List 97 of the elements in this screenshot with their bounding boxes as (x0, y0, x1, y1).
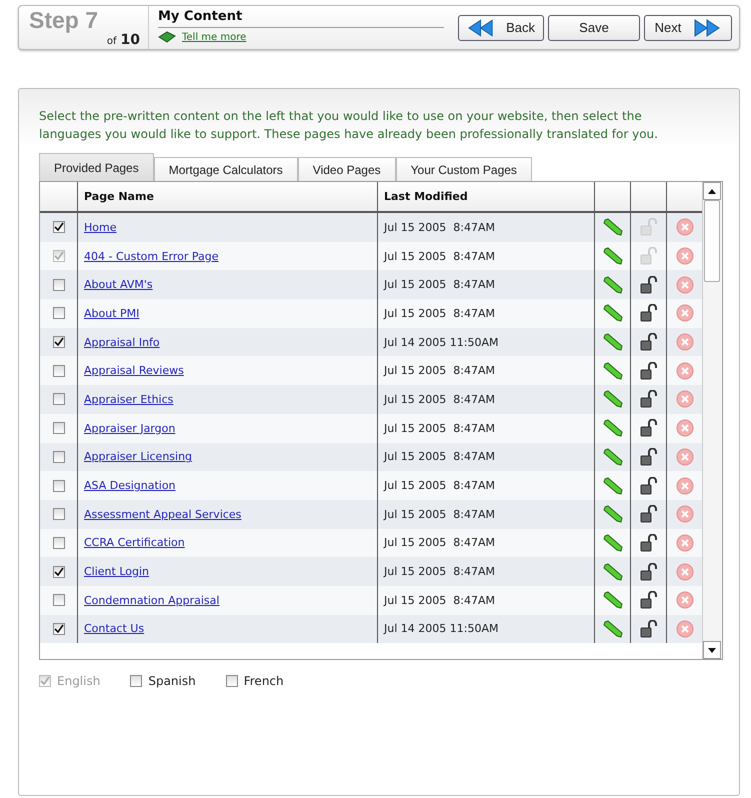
padlock-icon[interactable] (640, 304, 658, 322)
pencil-icon[interactable] (602, 448, 622, 466)
tab[interactable]: Your Custom Pages (396, 157, 532, 181)
padlock-icon[interactable] (640, 390, 658, 408)
checkbox[interactable] (52, 278, 64, 291)
pencil-icon[interactable] (602, 419, 622, 438)
pencil-icon[interactable] (602, 562, 622, 581)
table-cell-text: Jul 15 2005 8:47AM (382, 422, 495, 435)
language-label: French (244, 674, 284, 688)
language-label: Spanish (148, 674, 196, 688)
table-cell-text: Jul 15 2005 8:47AM (382, 479, 495, 492)
table-cell-text: Jul 14 2005 11:50AM (382, 622, 498, 636)
page-link[interactable]: Appraisal Info (78, 336, 160, 349)
next-button[interactable]: Next (644, 14, 732, 40)
step-total: 10 (120, 32, 140, 48)
padlock-icon[interactable] (640, 534, 658, 552)
page-link[interactable]: Appraiser Ethics (78, 392, 174, 406)
checkbox[interactable] (52, 364, 64, 377)
page-title: My Content (158, 6, 444, 28)
step-of-label: of (106, 36, 117, 47)
padlock-icon[interactable] (640, 591, 658, 610)
checkbox[interactable] (52, 450, 64, 463)
tab[interactable]: Provided Pages (39, 153, 154, 181)
pencil-icon[interactable] (602, 534, 622, 552)
back-button[interactable]: Back (458, 14, 544, 40)
double-right-arrow-icon (693, 18, 722, 38)
pencil-icon[interactable] (602, 247, 622, 266)
page-link[interactable]: ASA Designation (78, 479, 176, 492)
padlock-icon[interactable] (640, 276, 658, 294)
checkbox[interactable] (52, 536, 64, 549)
table-cell-text: Jul 15 2005 8:47AM (382, 250, 495, 263)
pencil-icon[interactable] (602, 390, 622, 408)
down-arrow-icon[interactable] (708, 648, 716, 652)
table-cell-text: Jul 15 2005 8:47AM (382, 508, 495, 521)
pencil-icon[interactable] (602, 304, 622, 322)
checkbox[interactable] (52, 480, 64, 492)
pencil-icon[interactable] (602, 362, 622, 380)
padlock-icon[interactable] (640, 362, 658, 380)
up-arrow-icon[interactable] (708, 188, 716, 194)
pencil-icon[interactable] (602, 333, 622, 352)
table-cell-text: Jul 15 2005 8:47AM (382, 536, 495, 550)
tab[interactable]: Video Pages (298, 157, 396, 181)
padlock-icon[interactable] (640, 505, 658, 524)
pencil-icon[interactable] (602, 620, 622, 638)
padlock-icon[interactable] (640, 476, 658, 495)
checkbox[interactable] (52, 594, 64, 606)
column-header: Last Modified (383, 190, 468, 203)
pencil-icon[interactable] (602, 218, 622, 236)
pencil-icon[interactable] (602, 476, 622, 495)
tab[interactable]: Mortgage Calculators (154, 157, 298, 181)
table-cell-text: Jul 15 2005 8:47AM (382, 220, 495, 234)
checkbox[interactable] (52, 622, 64, 635)
checkbox[interactable] (52, 221, 64, 234)
checkbox[interactable] (130, 675, 142, 687)
checkbox[interactable] (52, 508, 64, 520)
double-left-arrow-icon (467, 18, 494, 38)
page-link[interactable]: About AVM's (78, 278, 153, 292)
padlock-icon[interactable] (640, 620, 658, 638)
page-link[interactable]: Appraiser Licensing (78, 450, 192, 464)
table-cell-text: Jul 15 2005 8:47AM (382, 364, 495, 378)
scrollbar[interactable] (702, 182, 721, 659)
padlock-icon[interactable] (640, 333, 658, 352)
page-link[interactable]: Appraisal Reviews (78, 364, 184, 378)
save-button[interactable]: Save (548, 14, 640, 40)
checkbox[interactable] (52, 566, 64, 578)
padlock-icon[interactable] (640, 419, 658, 438)
table-cell-text: Jul 15 2005 8:47AM (382, 565, 495, 578)
table-cell-text: Jul 15 2005 8:47AM (382, 306, 495, 320)
checkbox[interactable] (52, 393, 64, 406)
table-cell-text: Jul 15 2005 8:47AM (382, 278, 495, 292)
step-label: Step 7 (28, 8, 98, 32)
table-cell-text: Jul 15 2005 8:47AM (382, 594, 495, 607)
table-cell-text: Jul 15 2005 8:47AM (382, 450, 495, 464)
pencil-icon[interactable] (602, 591, 622, 610)
language-label: English (57, 674, 100, 688)
checkbox[interactable] (52, 422, 64, 434)
instructions-text: Select the pre-written content on the left that you would like to use on your website, then select the languages you would like to support. These pages have already been professionally translated for you. (39, 108, 659, 143)
scroll-thumb[interactable] (704, 200, 720, 282)
help-link[interactable]: Tell me more (182, 32, 246, 42)
page-link[interactable]: Client Login (78, 565, 150, 578)
table-cell-text: Jul 14 2005 11:50AM (382, 336, 498, 349)
checkbox[interactable] (52, 307, 64, 320)
page-link[interactable]: Condemnation Appraisal (78, 594, 220, 607)
checkbox[interactable] (52, 336, 64, 348)
page-link[interactable]: Contact Us (78, 622, 144, 636)
column-header: Page Name (83, 190, 154, 203)
page-link[interactable]: About PMI (78, 306, 140, 320)
page-link[interactable]: Home (78, 220, 116, 234)
table-cell-text: Jul 15 2005 8:47AM (382, 392, 495, 406)
page-link[interactable]: CCRA Certification (78, 536, 185, 550)
checkbox[interactable] (226, 675, 238, 687)
pencil-icon[interactable] (602, 505, 622, 524)
padlock-icon[interactable] (640, 448, 658, 466)
padlock-icon[interactable] (640, 562, 658, 581)
page-link[interactable]: Assessment Appeal Services (78, 508, 242, 521)
page-link[interactable]: Appraiser Jargon (78, 422, 176, 435)
pencil-icon[interactable] (602, 276, 622, 294)
